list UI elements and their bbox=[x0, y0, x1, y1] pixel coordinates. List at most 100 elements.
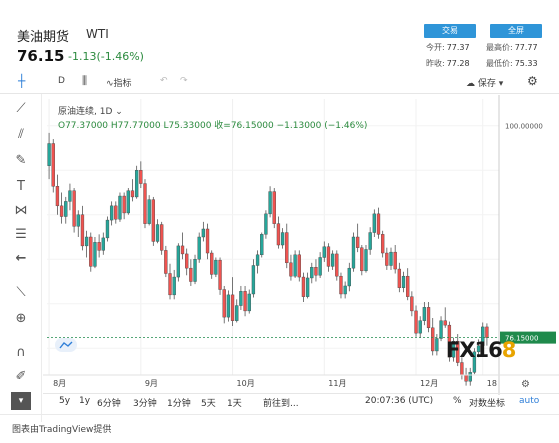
undo-icon[interactable]: ↶ bbox=[160, 76, 168, 86]
indicators-button[interactable]: ∿指标 bbox=[106, 76, 132, 89]
crosshair-icon[interactable]: ┼ bbox=[18, 74, 25, 88]
candle-body bbox=[435, 338, 439, 352]
candle-body bbox=[414, 310, 418, 334]
low-stat: 最低价: 75.33 bbox=[486, 59, 538, 68]
pitchfork-icon[interactable]: ⫽ bbox=[11, 126, 31, 144]
candle bbox=[214, 257, 218, 278]
series-label: 原油连续, 1D bbox=[58, 107, 113, 117]
fib-icon[interactable]: ☰ bbox=[11, 226, 31, 244]
candle bbox=[301, 272, 306, 302]
candle bbox=[180, 232, 185, 260]
goto-date-button[interactable]: 前往到... bbox=[263, 396, 299, 409]
candle-body bbox=[305, 277, 310, 297]
candle bbox=[318, 252, 322, 278]
range-5d[interactable]: 5天 bbox=[201, 396, 216, 409]
candle bbox=[193, 254, 197, 285]
candle-body bbox=[468, 372, 472, 382]
last-price: 76.15 bbox=[17, 47, 65, 65]
ruler-icon[interactable]: ⟍ bbox=[11, 284, 31, 302]
candle bbox=[68, 183, 72, 211]
candle-body bbox=[272, 191, 276, 224]
candle-body bbox=[301, 276, 306, 297]
zoom-in-icon[interactable]: ⊕ bbox=[11, 310, 31, 328]
candle bbox=[126, 188, 130, 215]
candle bbox=[251, 259, 256, 298]
range-5y[interactable]: 5y bbox=[59, 396, 70, 406]
range-6min[interactable]: 6分钟 bbox=[97, 396, 121, 409]
cloud-icon: ☁ bbox=[466, 79, 475, 89]
candle bbox=[297, 250, 301, 282]
candle bbox=[197, 232, 201, 263]
candle-type-icon[interactable]: ⫼ bbox=[82, 74, 87, 88]
candle bbox=[97, 234, 101, 258]
log-scale-toggle[interactable]: 对数坐标 bbox=[469, 396, 505, 409]
range-1y[interactable]: 1y bbox=[79, 396, 90, 406]
candle bbox=[426, 301, 431, 333]
attribution-text: 图表由TradingView提供 bbox=[12, 425, 112, 435]
clock-time[interactable]: 20:07:36 (UTC) bbox=[365, 396, 433, 406]
candle-body bbox=[464, 374, 468, 382]
candle-body bbox=[201, 228, 206, 238]
candle bbox=[185, 248, 189, 276]
range-1d[interactable]: 1天 bbox=[227, 396, 242, 409]
ohlc-legend: O77.37000 H77.77000 L75.33000 收=76.15000… bbox=[58, 121, 368, 131]
collapse-sidebar-icon[interactable]: ▾ bbox=[11, 392, 31, 410]
candle-body bbox=[109, 205, 114, 221]
back-arrow-icon[interactable]: ← bbox=[11, 250, 31, 268]
lock-drawing-icon[interactable]: ✐ bbox=[11, 368, 31, 386]
interval-selector[interactable]: D bbox=[58, 76, 65, 86]
trade-button[interactable]: 交易 bbox=[424, 24, 476, 38]
auto-scale-toggle[interactable]: auto bbox=[519, 396, 539, 406]
fullscreen-button[interactable]: 全屏 bbox=[490, 24, 542, 38]
candle-body bbox=[360, 247, 364, 272]
magnet-icon[interactable]: ∩ bbox=[11, 344, 31, 362]
save-label: 保存 bbox=[477, 79, 496, 89]
text-icon[interactable]: T bbox=[11, 178, 31, 196]
trend-line-icon[interactable]: ⟋ bbox=[11, 100, 31, 118]
candle-body bbox=[168, 273, 172, 296]
candle bbox=[230, 277, 235, 327]
price-axis[interactable]: 100.0000076.15000 bbox=[500, 123, 556, 344]
candle-body bbox=[401, 275, 406, 288]
candle bbox=[406, 268, 410, 301]
percent-toggle[interactable]: % bbox=[453, 396, 462, 406]
range-bar: 5y 1y 6分钟 3分钟 1分钟 5天 1天 前往到... 20:07:36 … bbox=[43, 393, 559, 409]
save-button[interactable]: ☁ 保存 ▾ bbox=[466, 76, 503, 89]
candle-body bbox=[197, 236, 201, 260]
candle bbox=[222, 285, 226, 324]
candle-body bbox=[164, 250, 168, 274]
candle bbox=[47, 132, 51, 180]
candle-body bbox=[293, 254, 297, 277]
candle-body bbox=[310, 267, 314, 279]
candle bbox=[393, 245, 397, 274]
high-stat: 最高价: 77.77 bbox=[486, 43, 538, 52]
candle bbox=[351, 232, 356, 272]
time-axis[interactable]: 8月 9月 10月 11月 12月 18 ⚙ bbox=[43, 374, 559, 390]
candle bbox=[464, 367, 468, 386]
settings-icon[interactable]: ⚙ bbox=[527, 74, 538, 88]
candle-body bbox=[251, 265, 256, 295]
candle bbox=[272, 188, 276, 229]
candle-body bbox=[55, 186, 60, 207]
candle-body bbox=[393, 251, 397, 270]
candle-body bbox=[80, 214, 85, 247]
candle-body bbox=[443, 320, 447, 326]
candle bbox=[89, 232, 93, 272]
range-1min[interactable]: 1分钟 bbox=[167, 396, 191, 409]
candle-body bbox=[339, 275, 343, 295]
indicator-icon: ∿ bbox=[106, 79, 114, 89]
candle-body bbox=[122, 195, 126, 214]
redo-icon[interactable]: ↷ bbox=[180, 76, 188, 86]
legend-chevron-icon: ⌄ bbox=[115, 107, 123, 117]
range-3min[interactable]: 3分钟 bbox=[133, 396, 157, 409]
candle bbox=[372, 209, 376, 237]
series-legend[interactable]: 原油连续, 1D ⌄ bbox=[58, 104, 123, 117]
candle bbox=[189, 259, 193, 286]
fx168-logo: FX168 bbox=[446, 338, 516, 362]
candle-body bbox=[139, 170, 143, 184]
axis-settings-icon[interactable]: ⚙ bbox=[521, 379, 530, 390]
pattern-icon[interactable]: ⋈ bbox=[11, 202, 31, 220]
candle-body bbox=[431, 327, 435, 352]
candle-body bbox=[255, 254, 260, 266]
brush-icon[interactable]: ✎ bbox=[11, 152, 31, 170]
